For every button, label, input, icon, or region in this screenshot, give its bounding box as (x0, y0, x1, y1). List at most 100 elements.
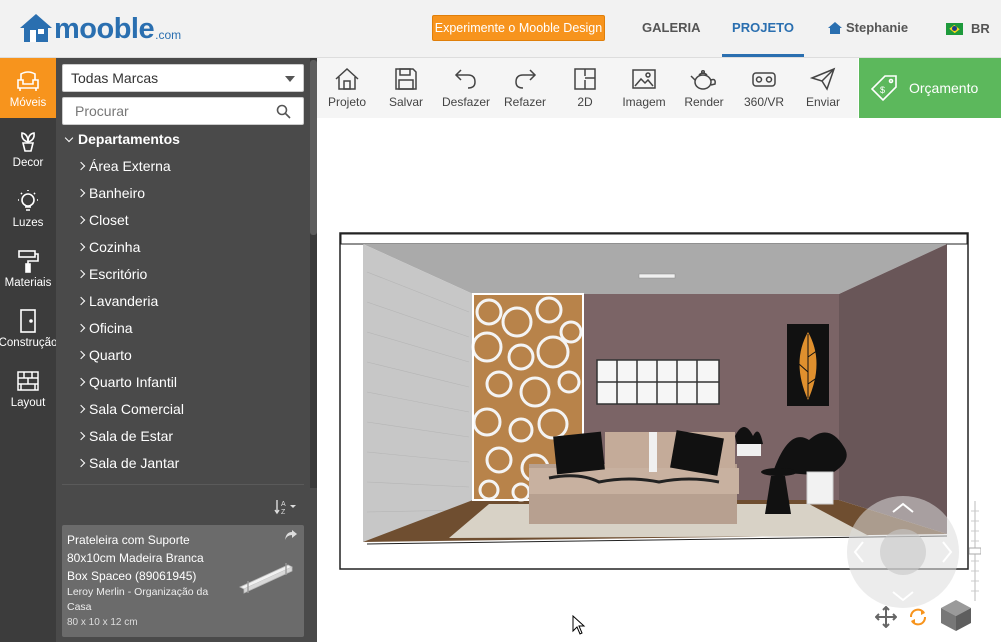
department-item[interactable]: Cozinha (64, 236, 304, 263)
design-canvas[interactable] (317, 118, 1001, 642)
tool-label: Render (684, 95, 724, 109)
chevron-right-icon (76, 215, 86, 225)
department-label: Lavanderia (89, 293, 159, 309)
app-window: mooble .com Experimente o Mooble Design … (0, 0, 1001, 642)
paint-roller-icon (18, 249, 39, 273)
tool-label: Refazer (503, 95, 547, 109)
tool-desfazer[interactable]: Desfazer (437, 58, 495, 118)
pan-move-icon[interactable] (875, 606, 897, 628)
department-label: Sala de Estar (89, 428, 174, 444)
department-item[interactable]: Sala de Jantar (64, 452, 304, 479)
tool-salvar[interactable]: Salvar (383, 58, 429, 118)
department-tree: Departamentos Área Externa Banheiro Clos… (64, 128, 304, 479)
department-item[interactable]: Sala Comercial (64, 398, 304, 425)
camera-orbit-control[interactable] (847, 496, 959, 608)
language-code: BR (971, 21, 990, 36)
category-rail: Móveis Decor Luzes Materiais Construção (0, 58, 57, 642)
tool-enviar[interactable]: Enviar (801, 58, 845, 118)
tool-label: Imagem (622, 95, 666, 109)
tool-label: 360/VR (743, 95, 785, 109)
language-selector[interactable]: BR (946, 21, 990, 36)
product-title: Prateleira com Suporte 80x10cm Madeira B… (67, 533, 204, 583)
search-icon[interactable] (276, 104, 291, 119)
zoom-slider[interactable] (969, 501, 981, 601)
rail-item-decor[interactable]: Decor (0, 118, 56, 178)
department-item[interactable]: Quarto Infantil (64, 371, 304, 398)
brand-select[interactable]: Todas Marcas (62, 64, 304, 92)
department-item[interactable]: Área Externa (64, 155, 304, 182)
chevron-right-icon (76, 350, 86, 360)
chevron-right-icon (76, 431, 86, 441)
department-item[interactable]: Escritório (64, 263, 304, 290)
tool-render[interactable]: Render (681, 58, 727, 118)
rail-item-construcao[interactable]: Construção (0, 298, 57, 358)
orbit-center[interactable] (880, 529, 926, 575)
product-brand: Leroy Merlin - Organização da Casa (67, 586, 209, 613)
mooble-logo[interactable]: mooble .com (18, 12, 181, 44)
shelf-product-thumbnail (239, 563, 293, 594)
chevron-right-icon (76, 188, 86, 198)
wall-grid-window (596, 359, 720, 405)
nav-projeto[interactable]: PROJETO (722, 0, 804, 57)
tree-scrollbar[interactable] (310, 58, 317, 488)
floorplan-icon (574, 68, 596, 90)
rail-item-layout[interactable]: Layout (0, 358, 56, 418)
user-menu[interactable]: Stephanie (827, 20, 908, 35)
leaf-wall-art (787, 324, 829, 406)
svg-text:A: A (281, 501, 286, 508)
tool-refazer[interactable]: Refazer (501, 58, 549, 118)
tool-projeto[interactable]: Projeto (323, 58, 371, 118)
rotate-refresh-icon[interactable] (907, 606, 929, 628)
department-item[interactable]: Lavanderia (64, 290, 304, 317)
scrollbar-thumb[interactable] (310, 60, 317, 235)
armchair-icon (17, 70, 39, 91)
chevron-right-icon (76, 296, 86, 306)
lightbulb-icon (18, 189, 38, 211)
paper-plane-icon (810, 67, 836, 91)
tool-label: 2D (577, 95, 593, 109)
chevron-right-icon (76, 404, 86, 414)
tool-imagem[interactable]: Imagem (619, 58, 669, 118)
sort-alpha-icon: A Z (274, 500, 296, 515)
caret-down-icon (285, 76, 295, 82)
tool-label: Desfazer (441, 95, 491, 109)
rail-label: Móveis (9, 96, 47, 109)
floppy-icon (395, 68, 417, 90)
svg-text:Z: Z (281, 509, 286, 515)
department-label: Sala de Jantar (89, 455, 180, 471)
chevron-down-icon (64, 133, 74, 142)
panel-divider (62, 484, 304, 485)
mouse-cursor-icon (572, 615, 586, 635)
tree-header-departamentos[interactable]: Departamentos (64, 128, 304, 150)
try-mooble-design-button[interactable]: Experimente o Mooble Design (432, 15, 605, 41)
rail-item-luzes[interactable]: Luzes (0, 178, 56, 238)
budget-button[interactable]: $ Orçamento (859, 58, 1001, 118)
department-item[interactable]: Sala de Estar (64, 425, 304, 452)
department-item[interactable]: Banheiro (64, 182, 304, 209)
catalog-panel: Todas Marcas Departamentos Área Externa … (56, 58, 317, 642)
rail-item-materiais[interactable]: Materiais (0, 238, 56, 298)
tool-2d[interactable]: 2D (568, 58, 602, 118)
search-input[interactable] (75, 98, 275, 124)
nav-galeria[interactable]: GALERIA (642, 0, 701, 57)
product-card[interactable]: Prateleira com Suporte 80x10cm Madeira B… (62, 525, 304, 637)
view-cube-icon[interactable] (939, 598, 973, 632)
redo-icon (515, 69, 537, 89)
image-icon (632, 69, 656, 89)
tool-360-vr[interactable]: 360/VR (741, 58, 787, 118)
sort-button[interactable]: A Z (274, 499, 298, 515)
department-item[interactable]: Oficina (64, 317, 304, 344)
tree-title: Departamentos (78, 131, 180, 147)
share-arrow-icon[interactable] (284, 529, 298, 541)
department-label: Closet (89, 212, 129, 228)
department-item[interactable]: Quarto (64, 344, 304, 371)
house-icon (335, 67, 359, 90)
department-label: Quarto (89, 347, 132, 363)
rail-item-moveis[interactable]: Móveis (0, 58, 56, 118)
department-label: Banheiro (89, 185, 146, 201)
department-item[interactable]: Closet (64, 209, 304, 236)
undo-icon (454, 69, 476, 89)
department-label: Cozinha (89, 239, 141, 255)
chevron-right-icon (76, 242, 86, 252)
door-icon (20, 308, 36, 333)
